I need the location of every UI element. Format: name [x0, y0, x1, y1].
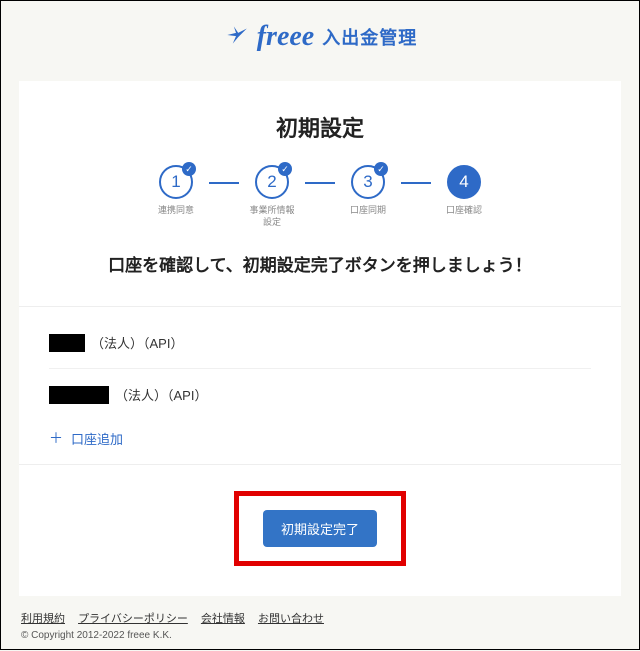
step-4-num: 4: [459, 172, 468, 192]
step-2-num: 2: [267, 172, 276, 192]
instruction-text: 口座を確認して、初期設定完了ボタンを押しましょう！: [19, 251, 621, 276]
check-icon: ✓: [374, 162, 388, 176]
step-3-num: 3: [363, 172, 372, 192]
account-row[interactable]: （法人）（API）: [49, 368, 591, 420]
copyright: © Copyright 2012-2022 freee K.K.: [21, 630, 619, 641]
step-1-label: 連携同意: [158, 205, 194, 229]
step-2-label: 事業所情報設定: [249, 205, 294, 229]
accounts-section: （法人）（API） （法人）（API） ＋ 口座追加: [19, 306, 621, 465]
stepper: 1 ✓ 連携同意 2 ✓ 事業所情報設定 3 ✓ 口座同期: [19, 165, 621, 229]
step-3-circle: 3 ✓: [351, 165, 385, 199]
step-1-num: 1: [171, 172, 180, 192]
page-title: 初期設定: [19, 111, 621, 143]
stepper-connector: [401, 182, 431, 184]
footer-link-contact[interactable]: お問い合わせ: [258, 613, 324, 625]
step-2-circle: 2 ✓: [255, 165, 289, 199]
step-3: 3 ✓ 口座同期: [335, 165, 401, 229]
add-account-button[interactable]: ＋ 口座追加: [49, 420, 591, 452]
plus-icon: ＋: [49, 428, 63, 448]
step-4-circle: 4: [447, 165, 481, 199]
submit-area: 初期設定完了: [19, 465, 621, 566]
logo-bird-icon: [223, 22, 249, 53]
footer-link-company[interactable]: 会社情報: [201, 613, 245, 625]
account-row[interactable]: （法人）（API）: [49, 317, 591, 368]
step-4-label: 口座確認: [446, 205, 482, 229]
setup-card: 初期設定 1 ✓ 連携同意 2 ✓ 事業所情報設定 3: [19, 81, 621, 596]
footer: 利用規約 プライバシーポリシー 会社情報 お問い合わせ © Copyright …: [19, 596, 621, 641]
highlight-box: 初期設定完了: [234, 491, 406, 566]
check-icon: ✓: [278, 162, 292, 176]
account-suffix: （法人）（API）: [115, 385, 207, 404]
step-1: 1 ✓ 連携同意: [143, 165, 209, 229]
stepper-connector: [305, 182, 335, 184]
step-3-label: 口座同期: [350, 205, 386, 229]
app-header: freee 入出金管理: [19, 21, 621, 53]
logo-brand: freee: [257, 21, 315, 53]
footer-link-terms[interactable]: 利用規約: [21, 613, 65, 625]
step-2: 2 ✓ 事業所情報設定: [239, 165, 305, 229]
stepper-connector: [209, 182, 239, 184]
account-name-mask: [49, 334, 85, 352]
step-4: 4 口座確認: [431, 165, 497, 229]
complete-setup-button[interactable]: 初期設定完了: [263, 510, 377, 547]
account-name-mask: [49, 386, 109, 404]
check-icon: ✓: [182, 162, 196, 176]
add-account-label: 口座追加: [71, 429, 123, 448]
step-1-circle: 1 ✓: [159, 165, 193, 199]
footer-link-privacy[interactable]: プライバシーポリシー: [78, 613, 188, 625]
account-suffix: （法人）（API）: [91, 333, 183, 352]
logo-product: 入出金管理: [322, 24, 417, 50]
